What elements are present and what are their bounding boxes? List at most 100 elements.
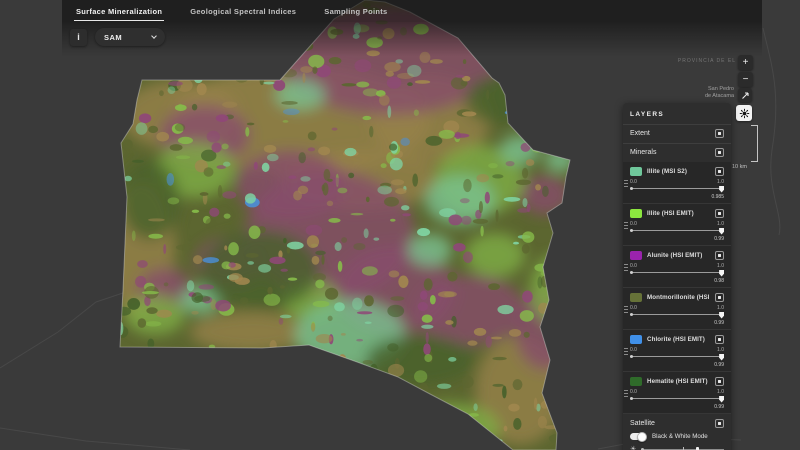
info-icon: i <box>77 32 80 42</box>
mineral-layer-card: Illite (MSI S2) 0.0 1.0 0.985 <box>623 162 731 204</box>
slider-start-dot <box>630 313 633 316</box>
brightness-slider[interactable] <box>641 446 724 450</box>
threshold-slider[interactable] <box>630 396 724 403</box>
app-window: PROVINCIA DE EL San Pedro de Atacama Sur… <box>0 0 800 450</box>
slider-max-label: 1.0 <box>717 347 724 353</box>
layer-row-minerals[interactable]: Minerals <box>623 144 731 162</box>
minerals-list: Illite (MSI S2) 0.0 1.0 0.985 Illite (HS… <box>623 162 731 414</box>
drag-handle-icon[interactable] <box>624 306 628 313</box>
threshold-slider[interactable] <box>630 270 724 277</box>
layers-panel: LAYERS Extent Minerals Illite (MSI S2) 0… <box>623 103 731 450</box>
drag-handle-icon[interactable] <box>624 348 628 355</box>
top-tab-bar: Surface Mineralization Geological Spectr… <box>62 0 762 22</box>
mineral-color-swatch <box>630 167 642 176</box>
mineral-layer-card: Alunite (HSI EMIT) 0.0 1.0 0.98 <box>623 246 731 288</box>
slider-start-dot <box>630 355 633 358</box>
bw-mode-toggle[interactable] <box>630 433 646 440</box>
mineral-name: Alunite (HSI EMIT) <box>647 252 710 259</box>
mineral-layer-card: Chlorite (HSI EMIT) 0.0 1.0 0.99 <box>623 330 731 372</box>
slider-start-dot <box>630 187 633 190</box>
threshold-value: 0.98 <box>630 278 724 284</box>
drag-handle-icon[interactable] <box>624 180 628 187</box>
minerals-visibility-toggle[interactable] <box>715 148 724 157</box>
slider-track <box>630 230 724 231</box>
extent-visibility-toggle[interactable] <box>715 129 724 138</box>
mineral-color-swatch <box>630 293 642 302</box>
info-button[interactable]: i <box>70 29 87 46</box>
visibility-dot-icon <box>718 254 721 257</box>
mineral-visibility-toggle[interactable] <box>715 335 724 344</box>
extent-label: Extent <box>630 130 650 137</box>
satellite-visibility-toggle[interactable] <box>715 419 724 428</box>
threshold-value: 0.99 <box>630 320 724 326</box>
threshold-slider-handle[interactable] <box>719 312 724 319</box>
mineral-visibility-toggle[interactable] <box>715 293 724 302</box>
slider-track <box>630 188 724 189</box>
visibility-dot-icon <box>718 212 721 215</box>
satellite-section: Satellite Black & White Mode ☀ <box>623 414 731 450</box>
toolbar: i SAM <box>70 28 165 46</box>
threshold-slider[interactable] <box>630 312 724 319</box>
locate-arrow-icon <box>741 91 750 100</box>
chevron-down-icon <box>151 33 157 39</box>
threshold-value: 0.99 <box>630 362 724 368</box>
zoom-in-button[interactable]: + <box>738 55 753 70</box>
visibility-dot-icon <box>718 170 721 173</box>
mineral-name: Hematite (HSI EMIT) <box>647 378 710 385</box>
layer-row-extent[interactable]: Extent <box>623 125 731 143</box>
visibility-dot-icon <box>718 151 721 154</box>
mineral-visibility-toggle[interactable] <box>715 377 724 386</box>
threshold-slider-handle[interactable] <box>719 354 724 361</box>
visibility-dot-icon <box>718 338 721 341</box>
slider-max-label: 1.0 <box>717 389 724 395</box>
drag-handle-icon[interactable] <box>624 222 628 229</box>
threshold-slider-handle[interactable] <box>719 186 724 193</box>
brightness-slider-handle[interactable] <box>696 447 700 450</box>
slider-max-label: 1.0 <box>717 221 724 227</box>
mineral-color-swatch <box>630 335 642 344</box>
tab-sampling-points[interactable]: Sampling Points <box>310 0 401 22</box>
slider-track <box>630 314 724 315</box>
threshold-slider[interactable] <box>630 186 724 193</box>
slider-min-label: 0.0 <box>630 347 637 353</box>
tab-geological-spectral-indices[interactable]: Geological Spectral Indices <box>176 0 310 22</box>
drag-handle-icon[interactable] <box>624 390 628 397</box>
threshold-slider-handle[interactable] <box>719 228 724 235</box>
threshold-value: 0.99 <box>630 236 724 242</box>
mineral-layer-card: Montmorillonite (HSI EMIT) 0.0 1.0 0.99 <box>623 288 731 330</box>
zoom-out-button[interactable]: − <box>738 72 753 87</box>
map-scale-bar <box>751 125 758 162</box>
threshold-slider[interactable] <box>630 354 724 361</box>
method-dropdown[interactable]: SAM <box>95 28 165 46</box>
mineral-visibility-toggle[interactable] <box>715 251 724 260</box>
brightness-icon: ☀ <box>630 446 636 450</box>
visibility-dot-icon <box>718 380 721 383</box>
slider-min-label: 0.0 <box>630 305 637 311</box>
method-dropdown-value: SAM <box>104 33 122 42</box>
mineral-name: Illite (MSI S2) <box>647 168 710 175</box>
visibility-dot-icon <box>718 422 721 425</box>
tab-surface-mineralization[interactable]: Surface Mineralization <box>62 0 176 22</box>
mineral-name: Illite (HSI EMIT) <box>647 210 710 217</box>
threshold-slider-handle[interactable] <box>719 396 724 403</box>
mineral-color-swatch <box>630 209 642 218</box>
toggle-knob <box>637 432 647 442</box>
slider-max-label: 1.0 <box>717 263 724 269</box>
mineral-visibility-toggle[interactable] <box>715 167 724 176</box>
slider-min-label: 0.0 <box>630 263 637 269</box>
mineral-color-swatch <box>630 251 642 260</box>
threshold-slider-handle[interactable] <box>719 270 724 277</box>
threshold-value: 0.99 <box>630 404 724 410</box>
layers-panel-title: LAYERS <box>623 103 731 124</box>
slider-start-dot <box>630 271 633 274</box>
drag-handle-icon[interactable] <box>624 264 628 271</box>
layers-visibility-button[interactable] <box>736 105 752 121</box>
slider-track <box>630 356 724 357</box>
eye-icon <box>739 108 750 119</box>
locate-button[interactable] <box>738 88 752 102</box>
slider-start-dot <box>630 229 633 232</box>
mineral-visibility-toggle[interactable] <box>715 209 724 218</box>
bw-mode-label: Black & White Mode <box>652 433 708 440</box>
threshold-slider[interactable] <box>630 228 724 235</box>
slider-track <box>630 398 724 399</box>
